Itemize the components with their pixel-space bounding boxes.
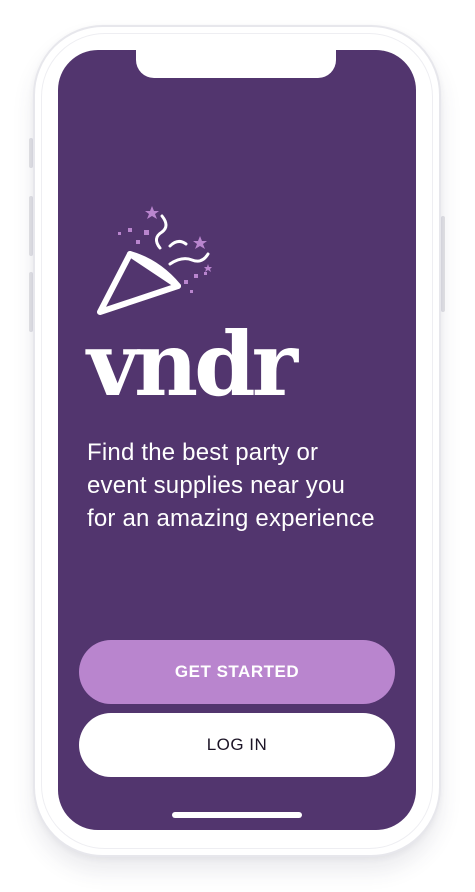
tagline: Find the best party or event supplies ne… — [87, 439, 375, 532]
brand-logo-text: vndr — [87, 312, 298, 416]
get-started-button[interactable]: GET STARTED — [79, 640, 395, 704]
welcome-screen: vndr Find the best party or event suppli… — [58, 50, 416, 830]
home-indicator[interactable] — [172, 812, 302, 818]
notch — [136, 50, 336, 78]
stage: vndr Find the best party or event suppli… — [0, 0, 475, 892]
power-button — [441, 216, 445, 312]
login-button[interactable]: LOG IN — [79, 713, 395, 777]
